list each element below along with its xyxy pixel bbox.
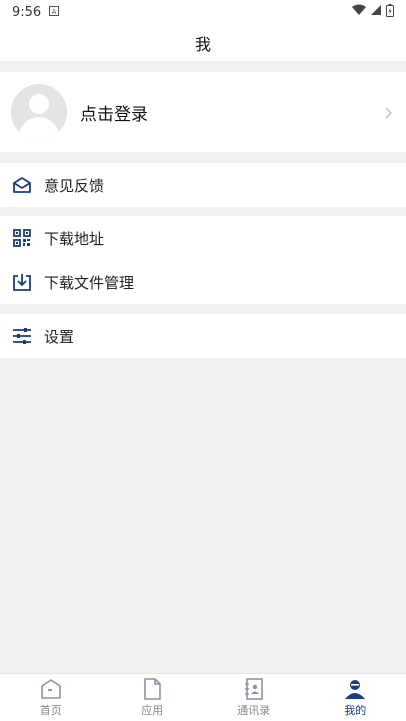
status-time: 9:56 <box>12 4 42 20</box>
tab-me[interactable]: 我的 <box>305 674 406 721</box>
tab-label: 我的 <box>344 703 367 717</box>
contacts-icon <box>243 677 265 700</box>
menu-item-label: 意见反馈 <box>44 176 105 195</box>
profile-login-row[interactable]: 点击登录 <box>0 72 406 152</box>
menu-item-label: 设置 <box>44 327 75 346</box>
tab-label: 应用 <box>141 703 164 717</box>
person-icon <box>344 678 366 700</box>
page-title: 我 <box>194 34 211 54</box>
menu-item-download-manager[interactable]: 下载文件管理 <box>0 260 406 304</box>
tab-contacts[interactable]: 通讯录 <box>203 674 305 721</box>
status-bar: 9:56 A <box>0 0 406 24</box>
tab-apps[interactable]: 应用 <box>102 674 204 721</box>
mail-icon <box>12 175 32 195</box>
settings-section: 设置 <box>0 314 406 358</box>
wifi-icon <box>352 4 366 20</box>
tab-home[interactable]: 首页 <box>0 674 102 721</box>
menu-item-label: 下载文件管理 <box>44 273 135 292</box>
document-icon <box>141 677 163 700</box>
download-icon <box>12 272 32 292</box>
menu-item-download-address[interactable]: 下载地址 <box>0 216 406 260</box>
tab-label: 通讯录 <box>237 703 271 717</box>
notification-icon: A <box>49 5 60 20</box>
login-label: 点击登录 <box>80 104 148 125</box>
feedback-section: 意见反馈 <box>0 163 406 207</box>
page-header: 我 <box>0 24 406 61</box>
qrcode-icon <box>12 228 32 248</box>
sliders-icon <box>12 326 32 346</box>
signal-icon <box>370 4 382 20</box>
menu-item-label: 下载地址 <box>44 229 105 248</box>
menu-item-feedback[interactable]: 意见反馈 <box>0 163 406 207</box>
home-icon <box>40 678 62 700</box>
chevron-right-icon <box>384 105 394 119</box>
svg-text:A: A <box>52 8 57 16</box>
battery-icon <box>386 3 394 21</box>
tab-label: 首页 <box>39 703 62 717</box>
menu-item-settings[interactable]: 设置 <box>0 314 406 358</box>
bottom-tab-bar: 首页 应用 通讯录 我的 <box>0 673 406 721</box>
download-section: 下载地址 下载文件管理 <box>0 216 406 304</box>
avatar <box>11 84 67 140</box>
